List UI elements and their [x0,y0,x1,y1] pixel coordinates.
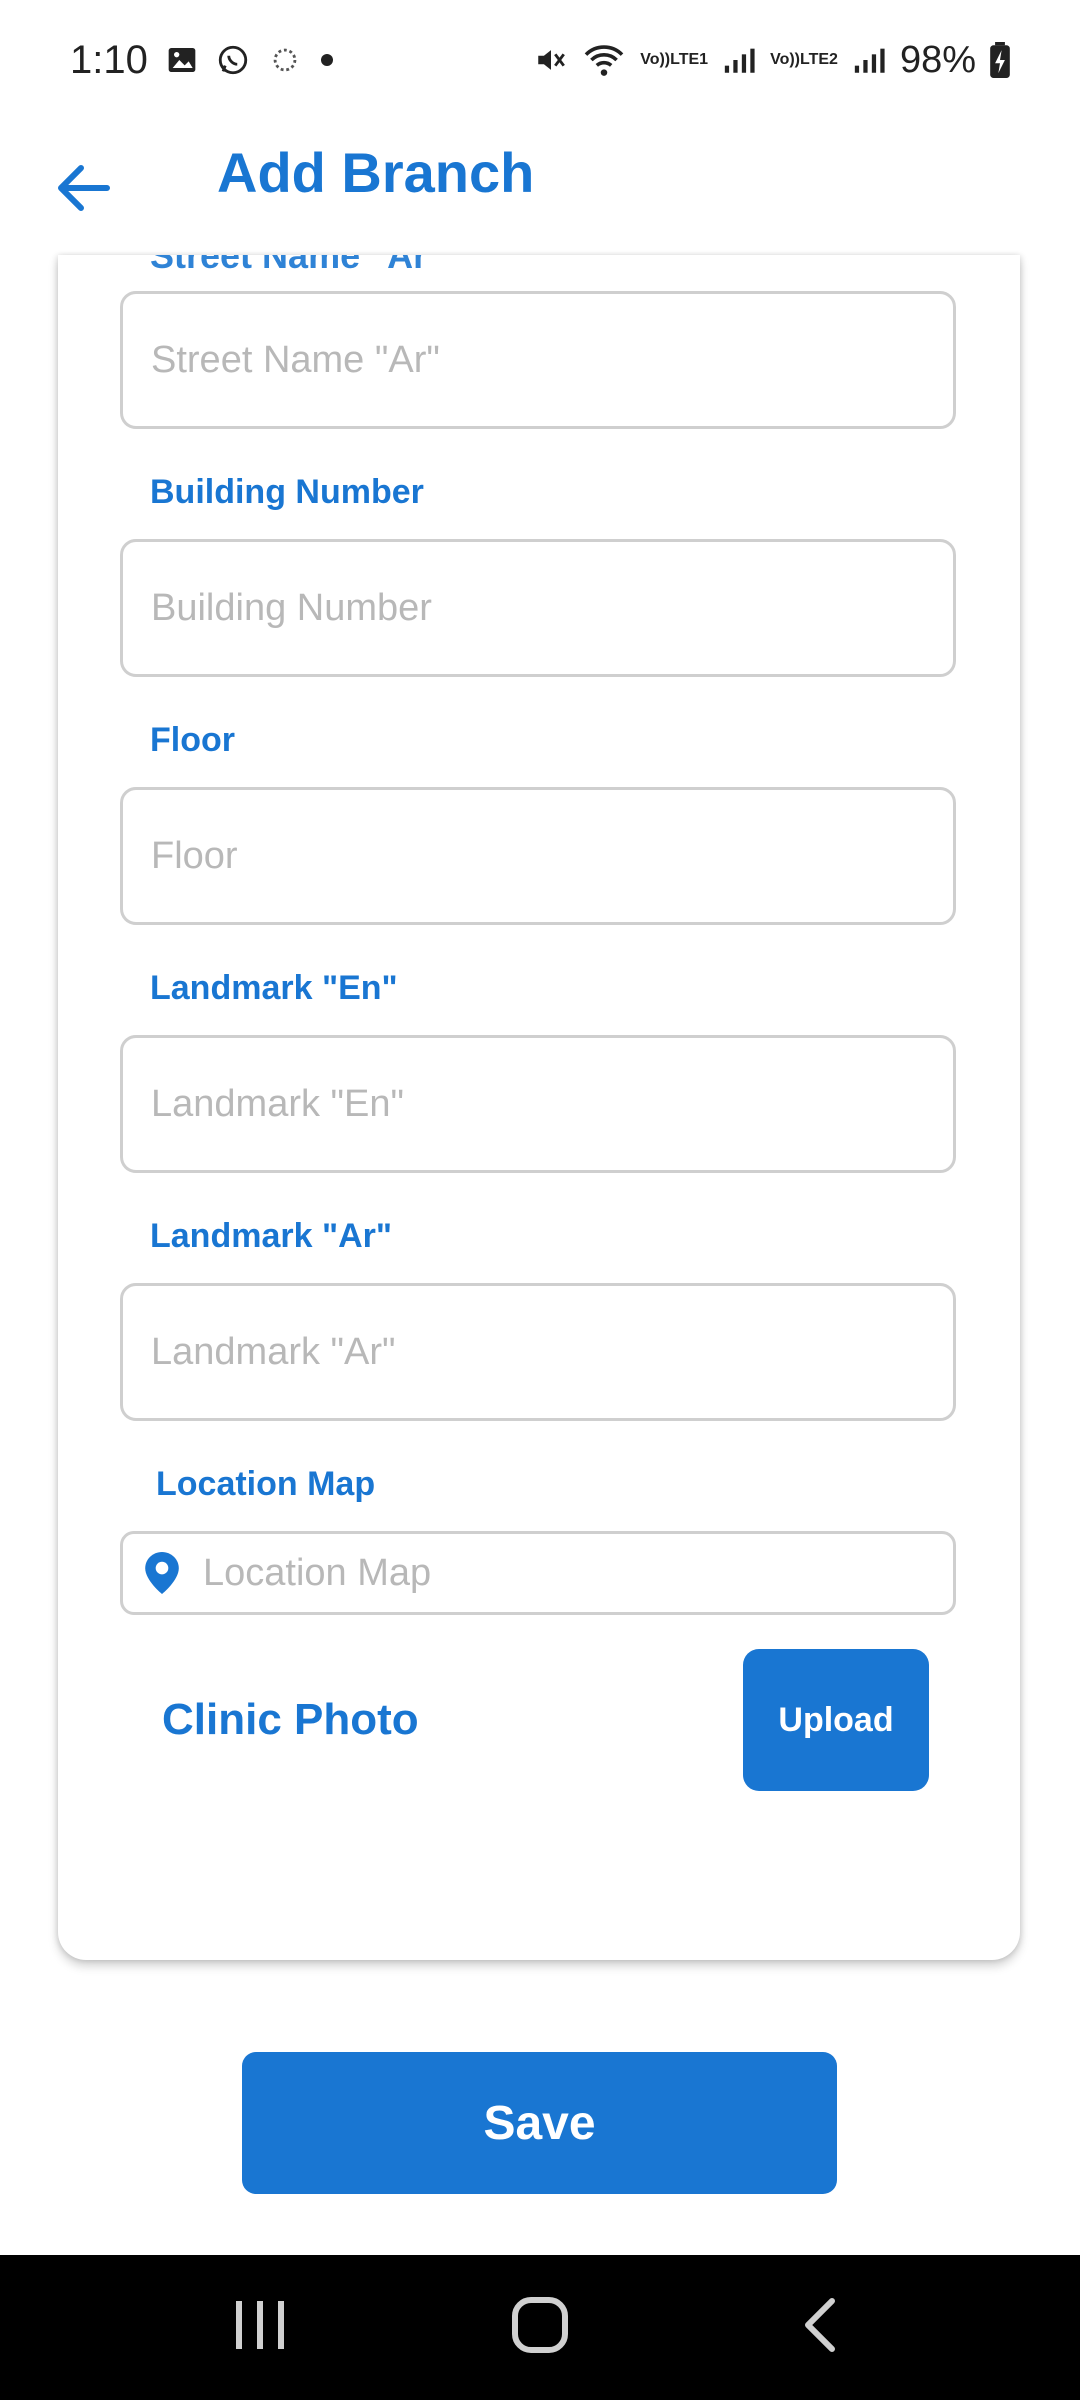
nav-back-button[interactable] [760,2268,880,2388]
landmark-ar-field[interactable]: Landmark "Ar" [120,1283,956,1421]
gallery-icon [166,44,198,76]
street-name-ar-field[interactable]: Street Name "Ar" [120,291,956,429]
floor-placeholder: Floor [151,834,238,877]
signal-icon [722,45,756,75]
volte-text: Vo)) [640,51,671,68]
status-left: 1:10 [70,38,334,83]
system-nav-bar [0,2255,1080,2400]
landmark-en-field[interactable]: Landmark "En" [120,1035,956,1173]
landmark-en-label: Landmark "En" [150,969,398,1007]
volte-lte1-indicator: Vo)) LTE1 [640,52,708,68]
lte2-text: LTE2 [800,51,838,68]
location-map-placeholder: Location Map [203,1551,432,1594]
status-right: Vo)) LTE1 Vo)) LTE2 98% [534,39,1010,82]
location-pin-icon [145,1552,179,1594]
volte-lte2-indicator: Vo)) LTE2 [770,52,838,68]
status-time: 1:10 [70,37,148,82]
branch-form-card: Street Name "Ar" Street Name "Ar" Buildi… [58,255,1020,1960]
floor-label: Floor [150,721,235,759]
building-number-placeholder: Building Number [151,586,432,629]
dot-icon [320,53,334,67]
home-icon [510,2295,570,2360]
clinic-photo-label: Clinic Photo [162,1695,419,1744]
battery-percent: 98% [899,38,976,81]
upload-button[interactable]: Upload [743,1649,929,1791]
battery-charging-icon [990,42,1010,78]
arrow-left-icon [55,164,111,217]
building-number-label: Building Number [150,473,424,511]
home-button[interactable] [480,2268,600,2388]
building-number-field[interactable]: Building Number [120,539,956,677]
status-bar: 1:10 Vo)) LTE1 Vo)) LTE2 98% [0,0,1080,120]
street-name-ar-label: Street Name "Ar" [150,255,445,276]
recents-icon [232,2299,288,2356]
lte1-text: LTE1 [670,51,709,68]
save-button[interactable]: Save [242,2052,837,2194]
landmark-ar-label: Landmark "Ar" [150,1217,392,1255]
volte-text-2: Vo)) [770,51,800,68]
location-map-label: Location Map [156,1465,376,1503]
floor-field[interactable]: Floor [120,787,956,925]
recents-button[interactable] [200,2268,320,2388]
signal-icon-2 [852,45,886,75]
landmark-en-placeholder: Landmark "En" [151,1082,404,1125]
page-title: Add Branch [217,141,535,204]
whatsapp-icon [216,43,250,77]
street-name-ar-placeholder: Street Name "Ar" [151,338,440,381]
back-icon [800,2295,840,2360]
app-header: Add Branch [0,120,1080,255]
landmark-ar-placeholder: Landmark "Ar" [151,1330,396,1373]
app-notification-icon [268,43,302,77]
wifi-icon [582,42,626,78]
back-button[interactable] [55,150,115,230]
mute-icon [534,43,568,77]
location-map-field[interactable]: Location Map [120,1531,956,1615]
